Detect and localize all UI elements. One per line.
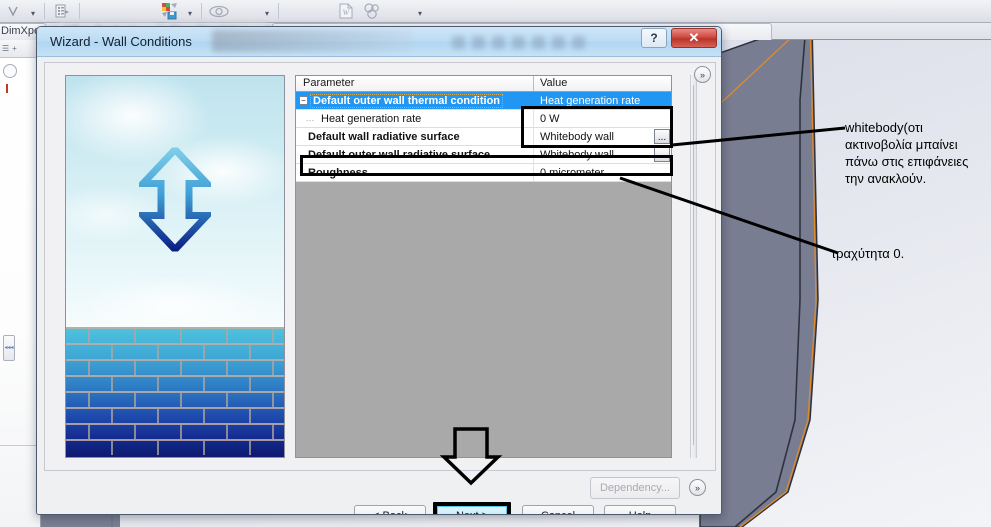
- ghost-icon-1: [452, 35, 465, 49]
- row-value-label: 0 micrometer: [540, 166, 605, 179]
- titlebar-ghost-toolbar: [452, 32, 667, 52]
- collapse-panel-chevron-icon[interactable]: »: [689, 479, 706, 496]
- row-parameter-cell[interactable]: − Default outer wall thermal condition: [296, 92, 534, 109]
- dependency-button[interactable]: Dependency...: [590, 477, 680, 499]
- cancel-button[interactable]: Cancel: [522, 505, 594, 514]
- panel-divider: [0, 445, 41, 446]
- wall-conditions-dialog[interactable]: Wizard - Wall Conditions ? ✕ Parameter V…: [36, 26, 722, 515]
- toolbar-separator-1: [44, 3, 45, 19]
- toolbar-separator-4: [278, 3, 279, 19]
- row-parameter-label: Default outer wall thermal condition: [309, 93, 504, 108]
- dialog-help-button[interactable]: ?: [641, 28, 667, 48]
- row-value-label: Whitebody wall: [540, 148, 614, 161]
- flyout-caret-icon[interactable]: [1, 1, 25, 22]
- titlebar-blurred-overlay: [212, 30, 412, 52]
- plus-icon[interactable]: +: [12, 44, 17, 53]
- ghost-icon-6: [552, 35, 565, 49]
- panel-splitter[interactable]: [690, 75, 697, 458]
- tree-branch-icon: …: [305, 112, 315, 123]
- row-value-label: Whitebody wall: [540, 130, 614, 143]
- row-parameter-label: Roughness: [308, 166, 368, 179]
- bubbles-icon[interactable]: [360, 1, 384, 22]
- ghost-icon-4: [512, 35, 525, 49]
- next-button[interactable]: Next >: [436, 505, 508, 514]
- row-value-cell[interactable]: 0 W: [534, 110, 671, 127]
- column-header-parameter[interactable]: Parameter: [296, 76, 534, 91]
- row-value-label: Heat generation rate: [540, 94, 641, 107]
- list-properties-icon[interactable]: [50, 1, 74, 22]
- feature-manager-toolbar[interactable]: ☰ +: [0, 40, 40, 58]
- row-value-cell[interactable]: Whitebody wall ...: [534, 128, 671, 145]
- row-parameter-cell[interactable]: Roughness: [296, 164, 534, 181]
- row-parameter-cell[interactable]: Default outer wall radiative surface: [296, 146, 534, 163]
- word-doc-icon[interactable]: W: [334, 1, 358, 22]
- table-header-row: Parameter Value: [296, 76, 671, 92]
- back-button[interactable]: < Back: [354, 505, 426, 514]
- red-mark-icon: [6, 84, 8, 93]
- cad-application-window: ▾ ▾ ▾ W ▾ DimXpert ☰ + ◂◂◂ Wizard - Wall…: [0, 0, 991, 527]
- table-row[interactable]: − Default outer wall thermal condition H…: [296, 92, 671, 110]
- wall-preview-image: [65, 75, 285, 458]
- dialog-title: Wizard - Wall Conditions: [50, 34, 192, 49]
- table-row[interactable]: Roughness 0 micrometer: [296, 164, 671, 182]
- row-parameter-cell[interactable]: … Heat generation rate: [296, 110, 534, 127]
- value-browse-button[interactable]: ...: [654, 147, 670, 162]
- dropdown-caret-icon-1[interactable]: ▾: [26, 1, 40, 22]
- ghost-icon-7: [572, 35, 585, 49]
- row-parameter-label: Default wall radiative surface: [308, 130, 460, 143]
- dialog-content-frame: Parameter Value − Default outer wall the…: [44, 62, 716, 471]
- expand-panel-chevron-icon[interactable]: »: [694, 66, 711, 83]
- row-parameter-label: Heat generation rate: [321, 112, 422, 125]
- collapse-expander-icon[interactable]: −: [299, 96, 308, 105]
- dialog-titlebar[interactable]: Wizard - Wall Conditions ? ✕: [37, 27, 721, 57]
- ghost-icon-2: [472, 35, 485, 49]
- dialog-close-button[interactable]: ✕: [671, 28, 717, 48]
- dropdown-caret-icon-4[interactable]: ▾: [413, 1, 427, 22]
- row-value-cell[interactable]: 0 micrometer: [534, 164, 671, 181]
- table-empty-area[interactable]: [296, 182, 671, 457]
- table-row[interactable]: Default outer wall radiative surface Whi…: [296, 146, 671, 164]
- ghost-icon-5: [532, 35, 545, 49]
- row-value-cell[interactable]: Heat generation rate: [534, 92, 671, 109]
- row-value-cell[interactable]: Whitebody wall ...: [534, 146, 671, 163]
- column-header-value[interactable]: Value: [534, 76, 671, 91]
- help-button[interactable]: Help: [604, 505, 676, 514]
- tree-icon[interactable]: ☰: [2, 44, 9, 53]
- application-toolbar[interactable]: ▾ ▾ ▾ W ▾: [0, 0, 991, 23]
- table-row[interactable]: … Heat generation rate 0 W: [296, 110, 671, 128]
- row-parameter-label: Default outer wall radiative surface: [308, 148, 491, 161]
- row-value-label: 0 W: [540, 112, 560, 125]
- appearance-cube-icon[interactable]: [158, 1, 182, 22]
- row-parameter-cell[interactable]: Default wall radiative surface: [296, 128, 534, 145]
- double-headed-vertical-arrow-icon: [134, 144, 216, 256]
- toolbar-separator-3: [201, 3, 202, 19]
- lights-eye-icon[interactable]: [207, 1, 231, 22]
- table-row[interactable]: Default wall radiative surface Whitebody…: [296, 128, 671, 146]
- dropdown-caret-icon-3[interactable]: ▾: [260, 1, 274, 22]
- dropdown-caret-icon-2[interactable]: ▾: [183, 1, 197, 22]
- dialog-body: Parameter Value − Default outer wall the…: [37, 57, 721, 514]
- ghost-icon-3: [492, 35, 505, 49]
- parameter-table[interactable]: Parameter Value − Default outer wall the…: [295, 75, 672, 458]
- value-browse-button[interactable]: ...: [654, 129, 670, 144]
- brick-wall: [66, 327, 284, 457]
- toolbar-separator-2: [79, 3, 80, 19]
- feature-manager-panel[interactable]: ☰ + ◂◂◂: [0, 40, 41, 527]
- panel-flyout-handle[interactable]: ◂◂◂: [3, 335, 15, 361]
- circle-icon[interactable]: [3, 64, 17, 78]
